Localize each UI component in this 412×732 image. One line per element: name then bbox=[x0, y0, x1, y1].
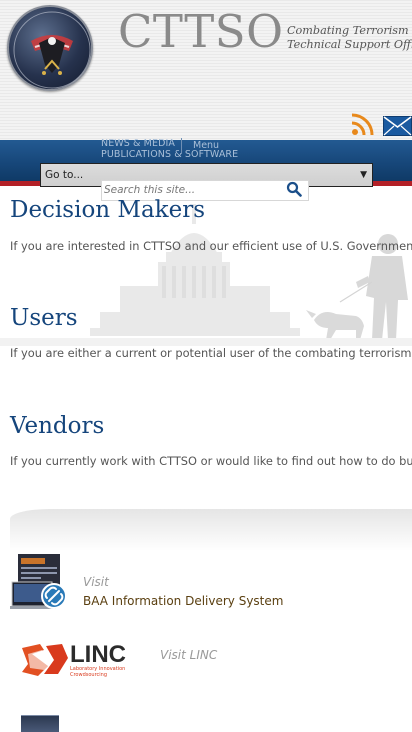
linc-logo-text: LINC bbox=[70, 641, 126, 668]
nav-divider bbox=[181, 138, 182, 154]
section-title-users[interactable]: Users bbox=[10, 304, 78, 332]
additional-link-thumbnail[interactable] bbox=[21, 715, 59, 732]
dropdown-arrow-icon: ▼ bbox=[360, 170, 367, 180]
goto-select-value: Go to... bbox=[45, 169, 84, 181]
linc-logo-subtitle-2: Crowdsourcing bbox=[70, 672, 107, 678]
site-header: CTTSO Combating Terrorism Technical Supp… bbox=[0, 0, 412, 142]
baa-system-icon[interactable] bbox=[10, 552, 68, 610]
nav-links: NEWS & MEDIA PUBLICATIONS & SOFTWARE bbox=[101, 138, 251, 160]
baa-visit-label: Visit bbox=[83, 575, 109, 589]
section-text-users: If you are either a current or potential… bbox=[10, 346, 412, 360]
tagline-line-2: Technical Support Office bbox=[287, 38, 412, 51]
mail-icon[interactable] bbox=[383, 116, 412, 136]
section-text-vendors: If you currently work with CTTSO or woul… bbox=[10, 454, 412, 468]
nav-link-publications[interactable]: PUBLICATIONS & SOFTWARE bbox=[101, 149, 251, 160]
seal-icon[interactable] bbox=[7, 5, 93, 91]
content-divider-shadow bbox=[10, 509, 412, 551]
site-tagline: Combating Terrorism Technical Support Of… bbox=[287, 24, 412, 52]
section-title-decision-makers[interactable]: Decision Makers bbox=[10, 196, 205, 224]
nav-link-news-media[interactable]: NEWS & MEDIA bbox=[101, 138, 251, 149]
section-text-decision-makers: If you are interested in CTTSO and our e… bbox=[10, 239, 412, 253]
visit-linc-link[interactable]: Visit LINC bbox=[160, 648, 217, 662]
nav-menu-toggle[interactable]: Menu bbox=[193, 140, 219, 151]
baa-information-delivery-link[interactable]: BAA Information Delivery System bbox=[83, 594, 283, 608]
section-title-vendors[interactable]: Vendors bbox=[10, 412, 104, 440]
linc-logo[interactable]: LINC Laboratory Innovation Crowdsourcing bbox=[18, 640, 142, 680]
tagline-line-1: Combating Terrorism bbox=[287, 24, 409, 37]
site-logo-text[interactable]: CTTSO bbox=[118, 4, 284, 60]
rss-icon[interactable] bbox=[351, 112, 375, 136]
